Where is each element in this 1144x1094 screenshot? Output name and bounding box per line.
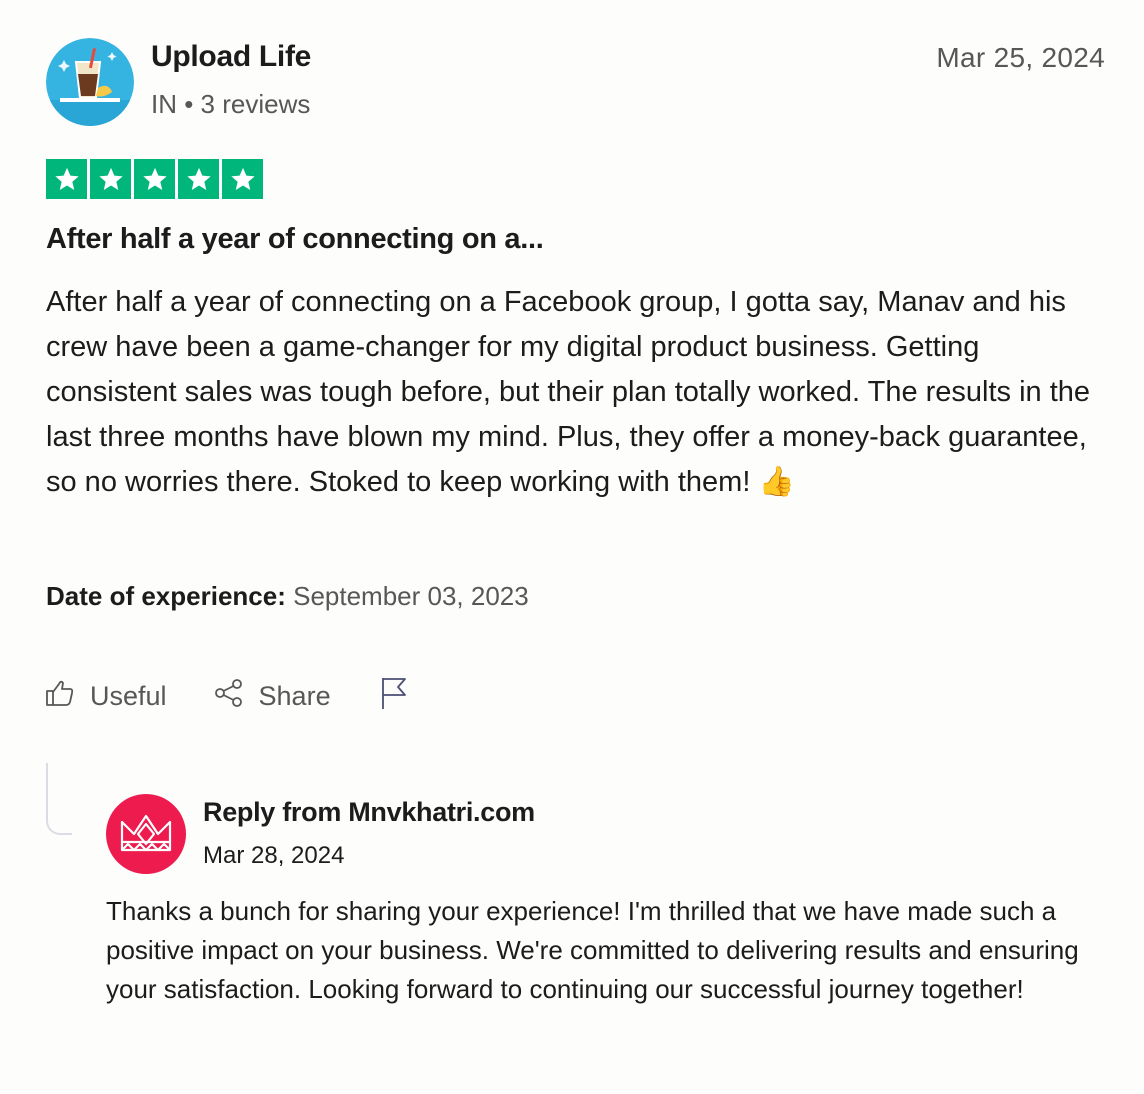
review-title[interactable]: After half a year of connecting on a...	[46, 223, 1106, 256]
star-icon	[134, 159, 175, 199]
useful-button[interactable]: Useful	[44, 677, 167, 716]
review-body: After half a year of connecting on a Fac…	[46, 286, 1091, 498]
reply-date: Mar 28, 2024	[203, 842, 345, 869]
thumbs-up-icon	[44, 677, 76, 716]
reviewer-meta: IN • 3 reviews	[151, 89, 311, 119]
star-rating	[46, 159, 263, 199]
review-date: Mar 25, 2024	[936, 42, 1105, 73]
flag-icon	[379, 676, 409, 717]
reply-from: Reply from Mnvkhatri.com	[203, 797, 535, 827]
experience-label: Date of experience:	[46, 581, 286, 611]
star-icon	[90, 159, 131, 199]
date-of-experience: Date of experience: September 03, 2023	[46, 581, 529, 612]
share-button[interactable]: Share	[213, 677, 331, 716]
review-actions: Useful Share	[44, 676, 409, 717]
reply-body: Thanks a bunch for sharing your experien…	[106, 896, 1079, 1004]
reviewer-avatar[interactable]	[46, 38, 134, 126]
share-label: Share	[258, 681, 331, 711]
star-icon	[46, 159, 87, 199]
report-button[interactable]	[379, 676, 409, 717]
star-icon	[178, 159, 219, 199]
useful-label: Useful	[90, 681, 167, 711]
experience-date: September 03, 2023	[293, 581, 529, 611]
crown-logo-icon	[120, 814, 172, 852]
reply-connector-line	[46, 763, 72, 835]
share-icon	[213, 677, 245, 716]
star-icon	[222, 159, 263, 199]
reviewer-name[interactable]: Upload Life	[151, 40, 311, 74]
reply-avatar[interactable]	[106, 794, 186, 874]
